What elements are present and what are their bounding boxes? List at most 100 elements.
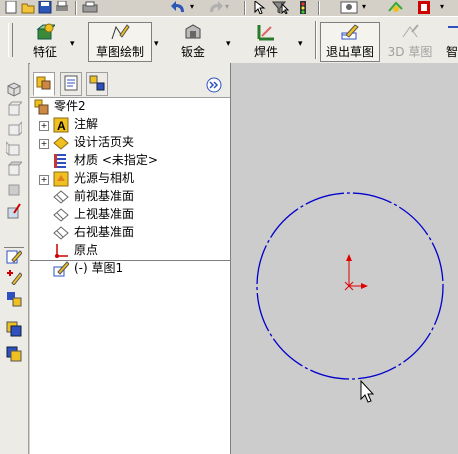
selection-filter-icon[interactable] — [272, 1, 290, 14]
expand-lights-cameras-toggle[interactable]: + — [39, 175, 49, 185]
graphics-area[interactable] — [231, 63, 458, 454]
design-binder-icon — [53, 136, 69, 150]
features-dropdown-arrow[interactable]: ▾ — [70, 39, 75, 49]
tree-item-design-binder-label: 设计活页夹 — [74, 135, 135, 149]
command-manager: 特征 ▾ 草图绘制 ▾ 钣金 ▾ 焊件 ▾ 退出草图 3D 草图 智 — [0, 16, 458, 64]
panel-tabs — [30, 63, 230, 98]
expand-annotations-toggle[interactable]: + — [39, 121, 49, 131]
display-pane-icon[interactable] — [6, 346, 22, 362]
redo-icon[interactable] — [206, 1, 224, 14]
configuration-manager-icon — [89, 75, 105, 91]
traffic-light-icon[interactable] — [298, 1, 308, 14]
exit-sketch-button[interactable]: 退出草图 — [320, 22, 380, 62]
sketch-tab-button[interactable]: 草图绘制 — [88, 22, 152, 62]
print-icon[interactable] — [55, 1, 69, 14]
right-plane-icon — [53, 226, 69, 240]
tree-item-annotations-label: 注解 — [74, 117, 99, 131]
sheet-metal-tab-label: 钣金 — [180, 45, 205, 59]
undo-icon[interactable] — [170, 1, 188, 14]
sketch-3d-icon — [402, 24, 419, 38]
tree-item-origin-label: 原点 — [74, 243, 99, 257]
tree-item-part[interactable]: 零件2 — [54, 98, 86, 115]
tree-item-top-plane-label: 上视基准面 — [74, 207, 135, 221]
expand-design-binder-toggle[interactable]: + — [39, 139, 49, 149]
sketch-tab-label: 草图绘制 — [95, 45, 144, 59]
quick-access-toolbar: ▾ ▾ ▾ ▾ — [0, 0, 458, 16]
tree-item-design-binder[interactable]: 设计活页夹 — [74, 134, 134, 151]
tab-property-manager[interactable] — [60, 72, 82, 96]
material-icon — [54, 154, 66, 168]
exit-sketch-label: 退出草图 — [325, 45, 374, 59]
tree-item-origin[interactable]: 原点 — [74, 242, 98, 259]
tree-item-part-label: 零件2 — [54, 99, 86, 113]
rebuild-icon[interactable] — [386, 1, 406, 14]
sketch-3d-label: 3D 草图 — [387, 45, 433, 59]
sheet-metal-dropdown-arrow[interactable]: ▾ — [226, 39, 231, 49]
expand-panel-icon[interactable] — [206, 77, 222, 93]
view-normal-to-icon[interactable] — [6, 203, 22, 219]
printer-icon[interactable] — [82, 1, 98, 14]
lights-cameras-icon — [53, 171, 69, 187]
view-front-icon[interactable] — [6, 101, 22, 117]
tree-item-front-plane[interactable]: 前视基准面 — [74, 188, 134, 205]
property-manager-icon — [64, 75, 78, 91]
tree-item-sketch1[interactable]: (-) 草图1 — [74, 260, 123, 277]
feature-manager-panel: 零件2 + A 注解 + 设计活页夹 材质 <未指定> + 光源与相机 前视基准… — [30, 63, 231, 454]
add-relation-icon[interactable] — [6, 269, 22, 285]
move-entities-icon[interactable] — [6, 291, 22, 307]
save-icon[interactable] — [38, 1, 52, 14]
tree-item-top-plane[interactable]: 上视基准面 — [74, 206, 134, 223]
left-vertical-toolbar — [0, 63, 29, 454]
tab-feature-manager[interactable] — [33, 72, 55, 96]
front-plane-icon — [53, 190, 69, 204]
tree-item-annotations[interactable]: 注解 — [74, 116, 98, 133]
tree-item-right-plane[interactable]: 右视基准面 — [74, 224, 134, 241]
weldment-icon — [257, 25, 274, 41]
tree-item-material-label: 材质 <未指定> — [74, 153, 158, 167]
features-tab-button[interactable]: 特征 — [24, 23, 66, 61]
sketch-dropdown-arrow[interactable]: ▾ — [154, 39, 159, 49]
view-isometric-icon[interactable] — [6, 81, 22, 97]
tree-item-material[interactable]: 材质 <未指定> — [74, 152, 158, 169]
toolbar-grip[interactable] — [8, 23, 13, 57]
sketch-pencil-icon — [111, 24, 130, 40]
options-gear-icon[interactable] — [340, 1, 360, 14]
tree-item-right-plane-label: 右视基准面 — [74, 225, 135, 239]
origin-icon — [55, 244, 68, 258]
sketch-edit-icon[interactable] — [6, 249, 22, 265]
smart-dimension-icon — [448, 26, 458, 28]
tree-item-front-plane-label: 前视基准面 — [74, 189, 135, 203]
tree-item-lights-cameras-label: 光源与相机 — [74, 171, 135, 185]
view-top-icon[interactable] — [6, 161, 22, 177]
sheet-metal-tab-button[interactable]: 钣金 — [172, 23, 214, 61]
options-dropdown-arrow[interactable]: ▾ — [362, 2, 366, 11]
view-left-icon[interactable] — [6, 141, 22, 157]
mouse-cursor-icon — [360, 379, 375, 403]
new-document-icon[interactable] — [4, 1, 18, 14]
part-icon — [34, 99, 49, 115]
top-plane-icon — [53, 208, 69, 222]
tab-configuration-manager[interactable] — [86, 72, 108, 96]
sheet-metal-icon — [185, 24, 201, 39]
view-back-icon[interactable] — [6, 121, 22, 137]
weldments-tab-label: 焊件 — [253, 45, 278, 59]
svg-text:A: A — [57, 119, 66, 133]
undo-dropdown-arrow[interactable]: ▾ — [190, 2, 194, 11]
weldments-dropdown-arrow[interactable]: ▾ — [298, 39, 303, 49]
view-bottom-icon[interactable] — [6, 181, 22, 197]
weldments-tab-button[interactable]: 焊件 — [248, 23, 284, 61]
sketch-canvas[interactable] — [231, 63, 458, 454]
features-tab-label: 特征 — [32, 45, 57, 59]
resources-dropdown-arrow[interactable]: ▾ — [440, 2, 444, 11]
open-folder-icon[interactable] — [21, 1, 35, 14]
sketch-3d-button: 3D 草图 — [386, 23, 434, 61]
tree-item-lights-cameras[interactable]: 光源与相机 — [74, 170, 134, 187]
feature-tree: 零件2 + A 注解 + 设计活页夹 材质 <未指定> + 光源与相机 前视基准… — [30, 97, 230, 454]
solidworks-resources-icon[interactable] — [417, 1, 437, 14]
layers-icon[interactable] — [6, 321, 22, 337]
smart-dimension-button[interactable]: 智 — [446, 23, 458, 61]
extrude-feature-icon — [36, 23, 55, 40]
sketch-origin-icon — [344, 254, 368, 291]
select-pointer-icon[interactable] — [252, 1, 266, 14]
tree-item-sketch1-label: (-) 草图1 — [74, 261, 124, 275]
